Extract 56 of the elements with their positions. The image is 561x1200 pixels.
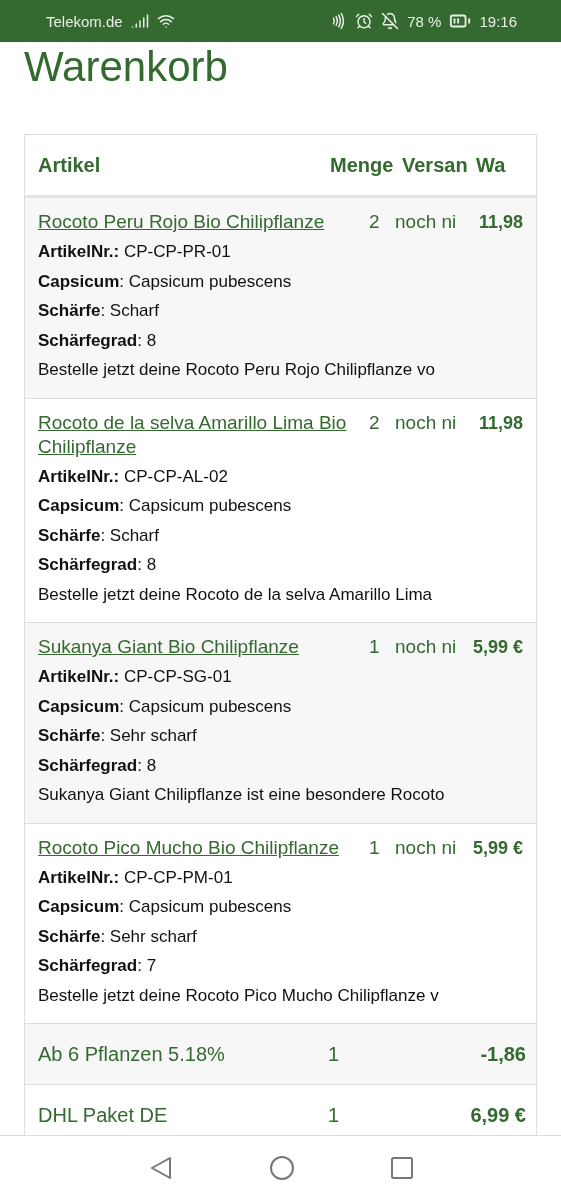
product-detail: Schärfegrad: 7 (38, 955, 158, 977)
product-detail: Schärfe: Sehr scharf (38, 725, 198, 747)
summary-label: DHL Paket DE (38, 1103, 169, 1127)
quantity-text: 1 (328, 1042, 341, 1066)
product-link[interactable]: Sukanya Giant Bio Chilipflanze (38, 635, 361, 659)
home-icon[interactable] (268, 1155, 295, 1181)
shipping-text: noch ni (395, 410, 457, 435)
product-detail: Sukanya Giant Chilipflanze ist eine besondere Rocoto (38, 784, 446, 806)
product-detail: ArtikelNr.: CP-CP-PR-01 (38, 241, 232, 263)
column-header: Menge (330, 153, 395, 177)
product-detail: Schärfe: Sehr scharf (38, 925, 198, 948)
quantity-text: 2 (369, 210, 381, 234)
product-detail: Capsicum: Capsicum pubescens (38, 270, 293, 293)
quantity-text: 1 (369, 835, 381, 860)
price-text: 5,99 € (471, 636, 523, 659)
product-detail: Schärfe: Scharf (38, 524, 160, 547)
product-detail: ArtikelNr.: CP-CP-SG-01 (38, 666, 233, 688)
column-header: Versan (402, 153, 469, 177)
product-detail: Schärfegrad: 8 (38, 329, 158, 352)
price-text: 11,98 (477, 211, 523, 234)
product-detail: Schärfe: Scharf (38, 300, 160, 322)
signal-icon (130, 12, 149, 30)
page-title: Warenkorb (23, 42, 229, 92)
recent-apps-icon[interactable] (389, 1156, 414, 1180)
column-header: Wa (476, 153, 507, 177)
product-detail: Bestelle jetzt deine Rocoto Pico Mucho Chilipflanze v (38, 984, 440, 1007)
product-detail: Schärfegrad: 8 (38, 554, 158, 576)
quantity-text: 1 (328, 1103, 341, 1127)
quantity-text: 2 (369, 410, 381, 435)
shipping-text: noch ni (395, 210, 457, 234)
product-detail: Capsicum: Capsicum pubescens (38, 495, 293, 517)
bell-off-icon (381, 12, 400, 30)
product-detail: Bestelle jetzt deine Rocoto de la selva Amarillo Lima (38, 583, 434, 606)
product-link[interactable]: Rocoto Peru Rojo Bio Chilipflanze (38, 210, 361, 234)
column-header: Artikel (38, 153, 102, 177)
quantity-text: 1 (369, 635, 381, 659)
shipping-text: noch ni (395, 635, 457, 659)
product-detail: Capsicum: Capsicum pubescens (38, 695, 293, 718)
summary-label: Ab 6 Pflanzen 5.18% (38, 1042, 226, 1066)
price-text: 11,98 (477, 411, 523, 435)
shipping-text: noch ni (395, 835, 457, 860)
product-detail: ArtikelNr.: CP-CP-PM-01 (38, 866, 234, 889)
price-text: 5,99 € (471, 836, 523, 860)
product-link[interactable]: Rocoto de la selva Amarillo Lima Bio Chilipflanze (38, 410, 361, 459)
product-link[interactable]: Rocoto Pico Mucho Bio Chilipflanze (38, 835, 361, 860)
alarm-icon (355, 12, 374, 30)
battery-percent: 78 % (407, 12, 442, 30)
product-detail: Capsicum: Capsicum pubescens (38, 896, 293, 918)
product-detail: ArtikelNr.: CP-CP-AL-02 (38, 465, 229, 488)
amount-text: 6,99 € (470, 1103, 526, 1127)
clock-time: 19:16 (479, 12, 517, 30)
carrier-name: Telekom.de (46, 12, 123, 30)
product-detail: Schärfegrad: 8 (38, 754, 158, 777)
wifi-icon (156, 12, 175, 30)
amount-text: -1,86 (480, 1042, 526, 1066)
product-detail: Bestelle jetzt deine Rocoto Peru Rojo Chilipflanze vo (38, 359, 436, 381)
